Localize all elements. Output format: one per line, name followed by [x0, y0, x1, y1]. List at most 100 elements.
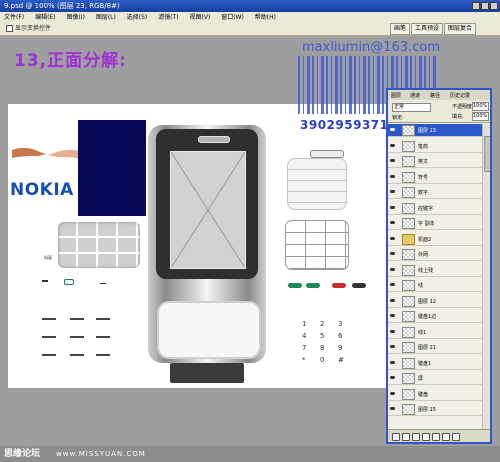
end-icon [100, 280, 106, 284]
scrollbar-thumb[interactable] [484, 136, 490, 172]
menu-window[interactable]: 窗口(W) [221, 14, 244, 21]
menu-layer[interactable]: 图层(L) [96, 14, 116, 21]
layer-name: 数字 [418, 190, 429, 196]
key-mark [42, 354, 56, 356]
layer-row[interactable]: 图层 15 [388, 403, 482, 416]
layer-row[interactable]: 英文 [388, 155, 482, 168]
key-mark [70, 336, 84, 338]
visibility-eye-icon[interactable] [390, 159, 395, 162]
visibility-eye-icon[interactable] [390, 221, 395, 224]
visibility-eye-icon[interactable] [390, 205, 395, 209]
visibility-eye-icon[interactable] [390, 252, 395, 255]
layer-thumbnail [402, 342, 415, 353]
menu-select[interactable]: 选择(S) [127, 14, 148, 21]
layer-name: 机面2 [418, 236, 432, 243]
layer-row[interactable]: 线 [388, 279, 482, 292]
link-icon[interactable] [392, 433, 400, 441]
visibility-eye-icon[interactable] [390, 174, 395, 178]
visibility-eye-icon[interactable] [390, 190, 395, 193]
layer-row[interactable]: 符号 [388, 170, 482, 184]
layer-options: 正常 不透明度: 100% 锁定: 填充: 100% [388, 100, 490, 123]
screen-placeholder [171, 152, 245, 268]
tab-paths[interactable]: 路径 [430, 92, 440, 99]
digit-glyphs: 123 456 789 * 0 # [302, 320, 344, 364]
layer-row[interactable]: 字 副本 [388, 217, 482, 230]
send-icon [306, 283, 320, 288]
folder-icon [402, 233, 415, 245]
blend-mode-select[interactable]: 正常 [392, 103, 431, 112]
minimize-button[interactable] [472, 2, 480, 10]
visibility-eye-icon[interactable] [390, 376, 395, 379]
mask-icon[interactable] [412, 433, 420, 441]
tab-brushes[interactable]: 画笔 [390, 23, 411, 35]
menu-filter[interactable]: 滤镜(T) [158, 14, 178, 21]
layer-row[interactable]: 数字 [388, 186, 482, 199]
visibility-eye-icon[interactable] [390, 128, 395, 131]
show-transform-checkbox[interactable] [6, 25, 13, 32]
window-titlebar: 9.psd @ 100% (图层 23, RGB/8#) [0, 0, 500, 12]
visibility-eye-icon[interactable] [390, 267, 395, 271]
tab-tool-presets[interactable]: 工具预设 [411, 23, 444, 35]
layer-thumbnail [402, 373, 415, 384]
phone-top-panel [156, 129, 258, 279]
menu-bar: 文件(F) 编辑(E) 图像(I) 图层(L) 选择(S) 滤镜(T) 视图(V… [0, 12, 500, 23]
visibility-eye-icon[interactable] [390, 329, 395, 333]
layer-row[interactable]: 图层 12 [388, 294, 482, 308]
layer-row[interactable]: 键盘1 [388, 356, 482, 370]
layer-row[interactable]: 线1 [388, 325, 482, 339]
tab-channels[interactable]: 通道 [410, 92, 420, 99]
menu-file[interactable]: 文件(F) [4, 14, 24, 21]
menu-image[interactable]: 图像(I) [66, 14, 84, 21]
layer-row[interactable]: 图层 21 [388, 341, 482, 354]
earpiece-pill [310, 150, 344, 158]
footer-brand: 思缘论坛 [4, 449, 41, 459]
maximize-button[interactable] [481, 2, 489, 10]
opacity-input[interactable]: 100% [472, 102, 489, 111]
trash-icon[interactable] [452, 433, 460, 441]
visibility-eye-icon[interactable] [390, 407, 395, 410]
visibility-eye-icon[interactable] [390, 143, 395, 147]
lock-label: 锁定: [392, 115, 404, 121]
layer-row[interactable]: 线上残 [388, 263, 482, 277]
visibility-eye-icon[interactable] [390, 283, 395, 286]
layer-name: 符号 [418, 174, 429, 181]
layer-row[interactable]: 键盘1边 [388, 310, 482, 323]
layer-list-scrollbar[interactable] [482, 124, 490, 434]
layer-name: 键盘1 [418, 360, 432, 367]
new-layer-icon[interactable] [442, 433, 450, 441]
layer-thumbnail [402, 171, 415, 183]
visibility-eye-icon[interactable] [390, 391, 395, 395]
navy-swatch [78, 120, 146, 216]
layer-name: 图层 23 [418, 128, 436, 134]
fill-input[interactable]: 100% [472, 112, 489, 121]
tab-history[interactable]: 历史记录 [450, 92, 470, 99]
new-group-icon[interactable] [432, 433, 440, 441]
visibility-eye-icon[interactable] [390, 314, 395, 317]
tab-layers[interactable]: 图层 [391, 92, 401, 99]
layer-row[interactable]: 控键字 [388, 201, 482, 215]
layer-name: 字 副本 [418, 221, 435, 227]
layer-row[interactable]: 图层 23 [388, 124, 482, 137]
visibility-eye-icon[interactable] [390, 236, 395, 240]
visibility-eye-icon[interactable] [390, 345, 395, 348]
menu-edit[interactable]: 编辑(E) [35, 14, 55, 21]
layer-style-icon[interactable] [402, 433, 410, 441]
visibility-eye-icon[interactable] [390, 360, 395, 364]
close-button[interactable] [490, 2, 498, 10]
layer-row[interactable]: 屏 [388, 372, 482, 385]
layer-row[interactable]: 键盘 [388, 387, 482, 401]
call-icons-row [288, 283, 368, 301]
adjustment-icon[interactable] [422, 433, 430, 441]
menu-view[interactable]: 视图(V) [190, 14, 211, 21]
layer-thumbnail [402, 218, 415, 229]
layer-thumbnail [402, 311, 415, 322]
end-icon [332, 283, 346, 288]
layer-row[interactable]: 笔箭 [388, 139, 482, 153]
layer-row[interactable]: 机面2 [388, 232, 482, 246]
menu-help[interactable]: 帮助(H) [255, 14, 276, 21]
keypad-render [58, 222, 140, 268]
visibility-eye-icon[interactable] [390, 298, 395, 302]
call-icon [64, 279, 74, 285]
tab-layer-comps[interactable]: 图层复合 [444, 23, 477, 35]
layer-row[interactable]: 外网 [388, 248, 482, 261]
